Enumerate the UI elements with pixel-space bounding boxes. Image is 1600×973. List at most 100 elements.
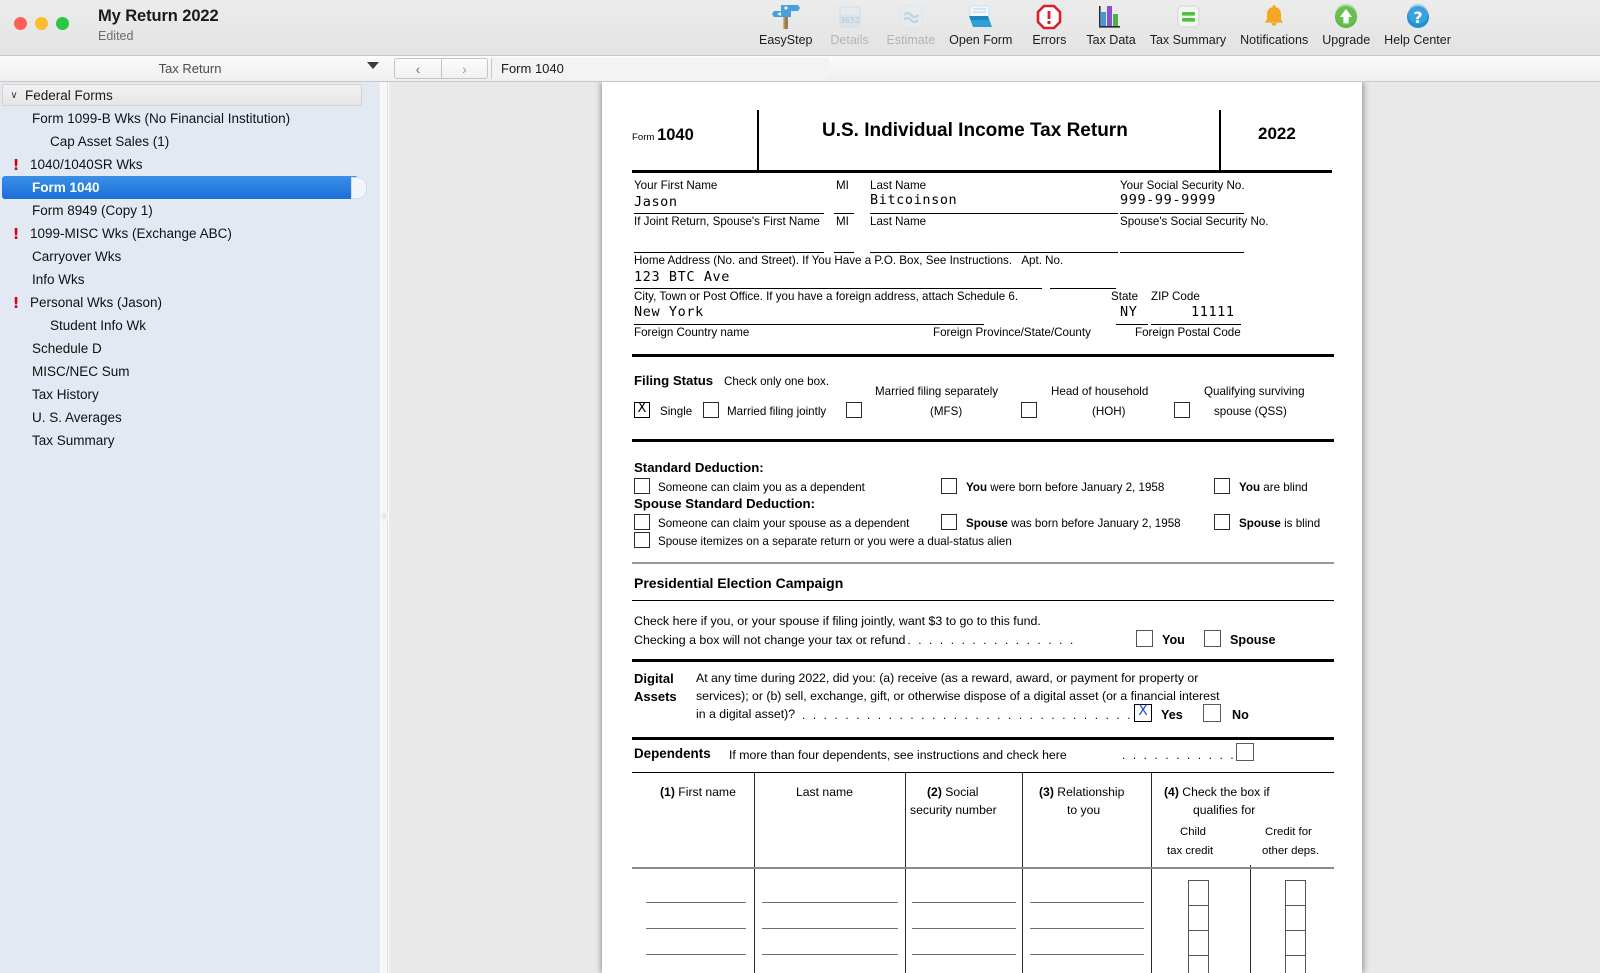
dependent-row-line[interactable] (646, 928, 746, 929)
sidebar-item-cap-asset-sales[interactable]: Cap Asset Sales (1) (2, 130, 358, 153)
filing-status-mfj-checkbox[interactable] (703, 402, 719, 418)
sidebar-item-misc-nec-sum[interactable]: MISC/NEC Sum (2, 360, 358, 383)
filing-status-mfs-label: Married filing separately (875, 385, 999, 398)
chevron-down-icon[interactable] (367, 62, 379, 69)
sidebar-item-form-8949[interactable]: Form 8949 (Copy 1) (2, 199, 358, 222)
first-name-value[interactable]: Jason (634, 194, 678, 210)
sd-claim-dependent-checkbox[interactable] (634, 478, 650, 494)
window-controls[interactable] (14, 17, 69, 30)
sidebar-item-info-wks[interactable]: Info Wks (2, 268, 358, 291)
toolbar-label: Errors (1032, 33, 1067, 47)
document-edit-state: Edited (98, 29, 134, 43)
close-button[interactable] (14, 17, 27, 30)
col-num: (3) (1039, 785, 1054, 799)
city-value[interactable]: New York (634, 304, 704, 320)
dependent-row-line[interactable] (646, 954, 746, 955)
name-block-bottom-rule (632, 354, 1334, 357)
sidebar-item-1099b-wks[interactable]: Form 1099-B Wks (No Financial Institutio… (2, 107, 358, 130)
masthead-divider-left (757, 110, 759, 170)
zip-value[interactable]: 11111 (1191, 304, 1235, 320)
toolbar-estimate[interactable]: Estimate (880, 0, 943, 47)
sidebar-splitter[interactable] (380, 82, 388, 973)
toolbar-details[interactable]: 3652 Details (820, 0, 880, 47)
sidebar-item-personal-wks[interactable]: ! Personal Wks (Jason) (2, 291, 358, 314)
toolbar-notifications[interactable]: Notifications (1233, 0, 1315, 47)
toolbar-open-form[interactable]: Open Form (942, 0, 1019, 47)
digital-assets-yes-checkbox[interactable]: X (1134, 703, 1152, 722)
dependent-child-tax-credit-checkbox[interactable] (1188, 930, 1209, 956)
splitter-handle[interactable] (381, 512, 388, 521)
dependent-other-deps-checkbox[interactable] (1285, 905, 1306, 931)
toolbar-help-center[interactable]: ? Help Center (1377, 0, 1458, 47)
sidebar-item-schedule-d[interactable]: Schedule D (2, 337, 358, 360)
nav-forward-button[interactable]: › (441, 58, 488, 79)
address-value[interactable]: 123 BTC Ave (634, 269, 730, 285)
digital-assets-no-checkbox[interactable] (1203, 704, 1221, 722)
toolbar-easystep[interactable]: EasyStep (752, 0, 820, 47)
toolbar-errors[interactable]: Errors (1019, 0, 1079, 47)
apt-no-label: Apt. No. (1021, 254, 1064, 267)
dependent-other-deps-checkbox[interactable] (1285, 955, 1306, 973)
spouse-first-name-label: If Joint Return, Spouse's First Name (634, 215, 820, 228)
ssd-spouse-blind-checkbox[interactable] (1214, 514, 1230, 530)
filing-status-single-checkbox[interactable]: X (634, 401, 650, 418)
chevron-down-icon[interactable]: ∨ (3, 90, 25, 101)
filing-status-hoh-checkbox[interactable] (1021, 402, 1037, 418)
sidebar-item-label: Tax Summary (32, 433, 115, 448)
ssn-value[interactable]: 999-99-9999 (1120, 192, 1216, 208)
dependent-child-tax-credit-checkbox[interactable] (1188, 955, 1209, 973)
dependent-row-line[interactable] (762, 902, 898, 903)
sidebar-item-carryover-wks[interactable]: Carryover Wks (2, 245, 358, 268)
dependents-more-checkbox[interactable] (1236, 743, 1254, 761)
dependent-other-deps-checkbox[interactable] (1285, 930, 1306, 956)
sd-you-born-before-checkbox[interactable] (941, 478, 957, 494)
sidebar-item-us-averages[interactable]: U. S. Averages (2, 406, 358, 429)
dependent-row-line[interactable] (912, 928, 1016, 929)
presidential-you-checkbox[interactable] (1136, 630, 1153, 647)
dependent-other-deps-checkbox[interactable] (1285, 880, 1306, 906)
dependent-child-tax-credit-checkbox[interactable] (1188, 880, 1209, 906)
sidebar-item-label: 1040/1040SR Wks (30, 157, 143, 172)
toolbar-tax-summary[interactable]: Tax Summary (1143, 0, 1233, 47)
filing-status-qss-checkbox[interactable] (1174, 402, 1190, 418)
ssd-itemizes-checkbox[interactable] (634, 532, 650, 548)
presidential-bottom-rule (632, 659, 1334, 662)
ssd-spouse-born-before-checkbox[interactable] (941, 514, 957, 530)
presidential-spouse-checkbox[interactable] (1204, 630, 1221, 647)
ssd-claim-spouse-checkbox[interactable] (634, 514, 650, 530)
dependent-row-line[interactable] (1030, 902, 1144, 903)
dependent-row-line[interactable] (762, 928, 898, 929)
dependent-child-tax-credit-checkbox[interactable] (1188, 905, 1209, 931)
sidebar-item-tax-summary[interactable]: Tax Summary (2, 429, 358, 452)
sidebar-item-student-info-wk[interactable]: Student Info Wk (2, 314, 358, 337)
minimize-button[interactable] (35, 17, 48, 30)
sidebar-item-1099-misc-wks[interactable]: ! 1099-MISC Wks (Exchange ABC) (2, 222, 358, 245)
dependent-row-line[interactable] (912, 902, 1016, 903)
col-num: (4) (1164, 785, 1179, 799)
zoom-button[interactable] (56, 17, 69, 30)
sidebar-item-1040-1040sr-wks[interactable]: ! 1040/1040SR Wks (2, 153, 358, 176)
nav-back-button[interactable]: ‹ (394, 58, 441, 79)
last-name-value[interactable]: Bitcoinson (870, 192, 957, 208)
ssd-spouse-born-before-label: Spouse was born before January 2, 1958 (966, 517, 1181, 530)
form-canvas: Form 1040 U.S. Individual Income Tax Ret… (389, 82, 1600, 973)
state-value[interactable]: NY (1120, 304, 1137, 320)
dependent-row-line[interactable] (646, 902, 746, 903)
address-rule (634, 288, 1042, 289)
dependent-row-line[interactable] (1030, 928, 1144, 929)
sidebar-item-tax-history[interactable]: Tax History (2, 383, 358, 406)
sidebar-item-form-1040[interactable]: Form 1040 (2, 176, 367, 199)
filing-status-mfs-checkbox[interactable] (846, 402, 862, 418)
toolbar-tax-data[interactable]: Tax Data (1079, 0, 1142, 47)
help-question-icon: ? (1403, 2, 1433, 32)
dependent-row-line[interactable] (762, 954, 898, 955)
sidebar-item-label: Schedule D (32, 341, 102, 356)
sidebar-item-label: Carryover Wks (32, 249, 122, 264)
tree-group-federal-forms[interactable]: ∨ Federal Forms (2, 84, 362, 106)
sd-you-blind-checkbox[interactable] (1214, 478, 1230, 494)
dependent-row-line[interactable] (912, 954, 1016, 955)
dependents-child-tax-credit-line1: Child (1180, 826, 1206, 838)
dependent-row-line[interactable] (1030, 954, 1144, 955)
digital-assets-question-line1: At any time during 2022, did you: (a) re… (696, 671, 1199, 685)
toolbar-upgrade[interactable]: Upgrade (1315, 0, 1377, 47)
